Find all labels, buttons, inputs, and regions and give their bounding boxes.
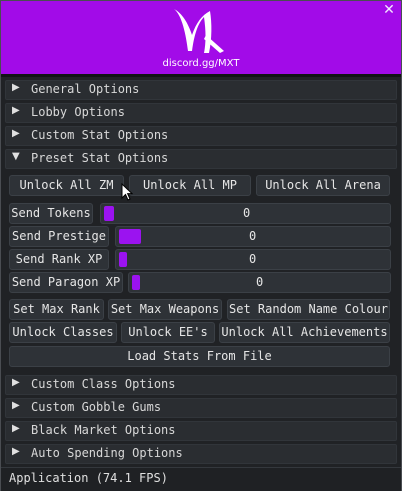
section-lobby-options[interactable]: ▶ Lobby Options <box>5 103 397 123</box>
section-label: Auto Spending Options <box>31 446 183 460</box>
section-label: Custom Gobble Gums <box>31 400 162 414</box>
mod-menu-window: discord.gg/MXT ✕ ▶ General Options ▶ Lob… <box>0 0 402 491</box>
load-stats-from-file-button[interactable]: Load Stats From File <box>9 346 390 367</box>
unlock-all-arena-button[interactable]: Unlock All Arena <box>256 175 390 196</box>
expanded-arrow-icon: ▼ <box>12 151 20 162</box>
collapsed-arrow-icon: ▶ <box>12 423 20 434</box>
collapsed-arrow-icon: ▶ <box>12 82 20 93</box>
slider-value: 0 <box>249 229 257 243</box>
tokens-slider[interactable]: 0 <box>100 203 391 224</box>
send-prestige-button[interactable]: Send Prestige <box>9 226 109 247</box>
send-tokens-button[interactable]: Send Tokens <box>9 203 93 224</box>
slider-grab[interactable] <box>119 229 141 244</box>
collapsed-arrow-icon: ▶ <box>12 446 20 457</box>
slider-value: 0 <box>256 275 264 289</box>
section-black-market-options[interactable]: ▶ Black Market Options <box>5 421 397 441</box>
discord-link-text: discord.gg/MXT <box>162 58 240 69</box>
header-banner: discord.gg/MXT ✕ <box>1 1 401 74</box>
section-label: Black Market Options <box>31 423 176 437</box>
send-paragon-xp-button[interactable]: Send Paragon XP <box>9 272 123 293</box>
section-label: Lobby Options <box>31 105 125 119</box>
fps-status-text: Application (74.1 FPS) <box>9 471 168 485</box>
slider-grab[interactable] <box>119 252 127 267</box>
set-random-name-colour-button[interactable]: Set Random Name Colour <box>227 299 390 320</box>
section-custom-stat-options[interactable]: ▶ Custom Stat Options <box>5 126 397 146</box>
section-auto-spending-options[interactable]: ▶ Auto Spending Options <box>5 444 397 464</box>
collapsed-arrow-icon: ▶ <box>12 400 20 411</box>
section-label: General Options <box>31 82 140 96</box>
send-rank-xp-button[interactable]: Send Rank XP <box>9 249 109 270</box>
section-general-options[interactable]: ▶ General Options <box>5 80 397 100</box>
section-preset-stat-options[interactable]: ▼ Preset Stat Options <box>5 149 397 169</box>
set-max-weapons-button[interactable]: Set Max Weapons <box>108 299 222 320</box>
header-divider <box>1 74 401 77</box>
paragon-xp-slider[interactable]: 0 <box>128 272 391 293</box>
slider-value: 0 <box>249 252 257 266</box>
section-label: Custom Class Options <box>31 377 176 391</box>
prestige-slider[interactable]: 0 <box>115 226 391 247</box>
close-icon[interactable]: ✕ <box>381 2 397 18</box>
slider-grab[interactable] <box>132 275 140 290</box>
status-bar: Application (74.1 FPS) <box>1 467 401 491</box>
unlock-all-zm-button[interactable]: Unlock All ZM <box>9 175 124 196</box>
mxt-logo-icon <box>174 9 224 53</box>
section-custom-gobble-gums[interactable]: ▶ Custom Gobble Gums <box>5 398 397 418</box>
section-label: Preset Stat Options <box>31 151 169 165</box>
unlock-classes-button[interactable]: Unlock Classes <box>9 322 117 343</box>
unlock-all-achievements-button[interactable]: Unlock All Achievements <box>219 322 390 343</box>
collapsed-arrow-icon: ▶ <box>12 105 20 116</box>
collapsed-arrow-icon: ▶ <box>12 128 20 139</box>
mouse-pointer-icon <box>121 183 133 201</box>
unlock-ees-button[interactable]: Unlock EE's <box>121 322 215 343</box>
section-label: Custom Stat Options <box>31 128 169 142</box>
collapsed-arrow-icon: ▶ <box>12 377 20 388</box>
rank-xp-slider[interactable]: 0 <box>115 249 391 270</box>
unlock-all-mp-button[interactable]: Unlock All MP <box>129 175 251 196</box>
slider-grab[interactable] <box>104 206 114 221</box>
slider-value: 0 <box>243 206 251 220</box>
set-max-rank-button[interactable]: Set Max Rank <box>9 299 104 320</box>
section-custom-class-options[interactable]: ▶ Custom Class Options <box>5 375 397 395</box>
